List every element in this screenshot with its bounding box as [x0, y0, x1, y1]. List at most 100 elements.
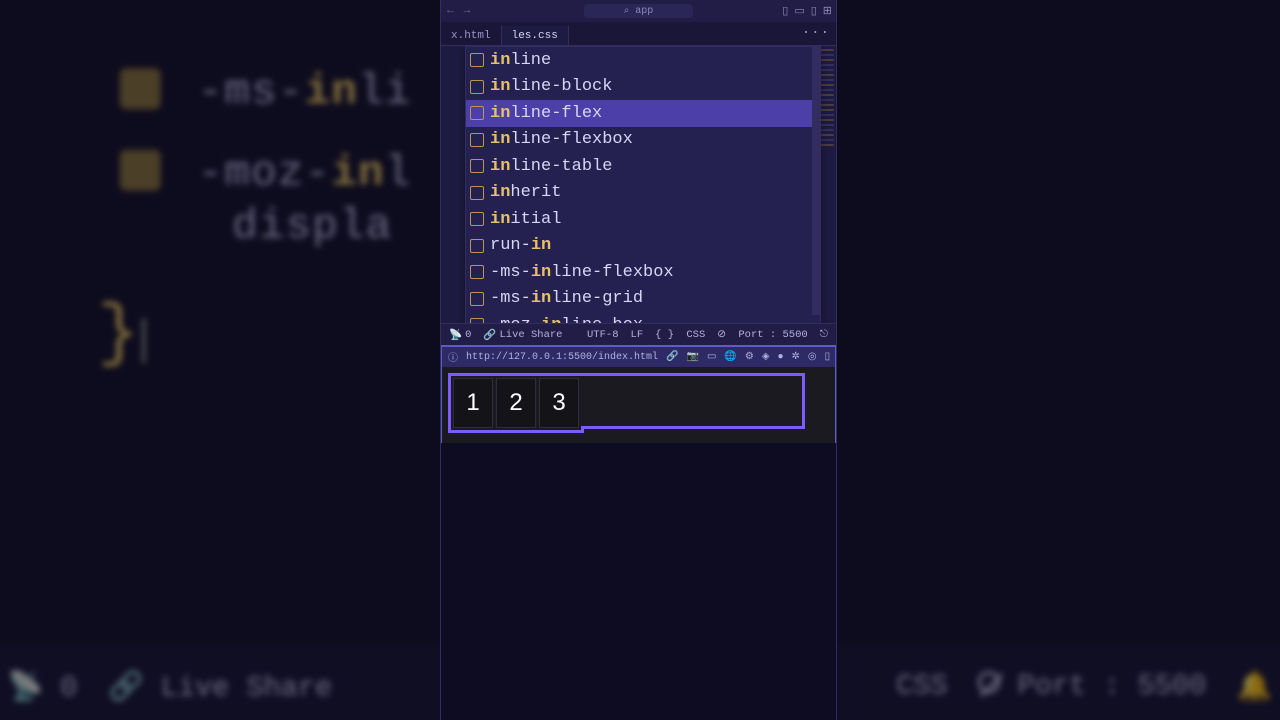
autocomplete-label: inline-flex — [490, 104, 602, 123]
value-kind-icon — [470, 80, 484, 94]
tab-overflow-icon[interactable]: ··· — [802, 25, 830, 41]
flex-container: 1 2 3 — [448, 373, 584, 433]
value-kind-icon — [470, 318, 484, 323]
autocomplete-label: run-in — [490, 236, 551, 255]
layout-customize-icon[interactable]: ⊞ — [823, 4, 832, 18]
layout-primary-sidebar-icon[interactable]: ▯ — [782, 4, 788, 18]
target-icon[interactable]: ◎ — [808, 351, 817, 363]
value-kind-icon — [470, 53, 484, 67]
value-kind-icon — [470, 239, 484, 253]
bg-line-2-post: l — [385, 149, 412, 198]
autocomplete-item[interactable]: inherit — [466, 180, 820, 207]
autocomplete-popup[interactable]: inline inline-block inline-flex inline-flex… — [465, 46, 821, 323]
browser-url[interactable]: http://127.0.0.1:5500/index.html — [466, 352, 658, 363]
autocomplete-label: -ms-inline-flexbox — [490, 263, 674, 282]
tab-icon[interactable]: ▭ — [707, 351, 716, 363]
bg-line-2-match: in — [331, 149, 384, 198]
no-entry-icon: ⊘ — [717, 328, 726, 341]
autocomplete-label: inherit — [490, 183, 561, 202]
gear-icon[interactable]: ⚙ — [745, 351, 754, 363]
autocomplete-item[interactable]: initial — [466, 206, 820, 233]
editor-window: ← → ⌕ app ▯ ▭ ▯ ⊞ x.html les.css ··· 6 7 — [440, 0, 837, 720]
autocomplete-item[interactable]: -ms-inline-grid — [466, 286, 820, 313]
statusbar-lang-label: CSS — [686, 329, 705, 341]
autocomplete-item[interactable]: inline-flex — [466, 100, 820, 127]
braces-icon: { } — [655, 329, 674, 341]
editor[interactable]: 6 7 display : in ; } inlineinline-blocki… — [441, 46, 836, 323]
statusbar-port[interactable]: ⊘ Port : 5500 — [717, 328, 807, 341]
statusbar-liveshare[interactable]: 🔗 Live Share — [483, 328, 562, 342]
autocomplete-item[interactable]: -ms-inline-flexbox — [466, 259, 820, 286]
autocomplete-item[interactable]: inline-block — [466, 74, 820, 101]
statusbar-broadcast-icon[interactable]: ⎋ — [820, 329, 828, 341]
statusbar-eol[interactable]: LF — [631, 329, 644, 341]
autocomplete-label: inline — [490, 51, 551, 70]
preview-browser: ⓘ http://127.0.0.1:5500/index.html 🔗 📷 ▭… — [441, 345, 836, 443]
globe-icon[interactable]: 🌐 — [724, 351, 736, 363]
diamond-icon[interactable]: ◈ — [762, 351, 770, 363]
nav-back-icon[interactable]: ← — [447, 5, 454, 17]
preview-empty-area — [441, 443, 836, 720]
autocomplete-label: inline-flexbox — [490, 130, 633, 149]
browser-viewport[interactable]: 1 2 3 — [442, 367, 835, 445]
command-center[interactable]: ⌕ app — [584, 4, 694, 18]
nav-forward-icon[interactable]: → — [464, 5, 471, 17]
bg-status-errors: 0 — [60, 673, 77, 705]
panel-icon[interactable]: ▯ — [825, 351, 831, 363]
tab-styles-css[interactable]: les.css — [502, 26, 569, 45]
command-center-label: app — [635, 6, 653, 17]
autocomplete-item[interactable]: -moz-inline-box — [466, 312, 820, 323]
flex-container-remainder — [581, 373, 805, 429]
dot1-icon[interactable]: ● — [778, 352, 784, 363]
statusbar-port-label: Port : 5500 — [738, 329, 807, 341]
autocomplete-label: inline-block — [490, 77, 612, 96]
autocomplete-item[interactable]: inline-table — [466, 153, 820, 180]
tabbar: x.html les.css ··· — [441, 22, 836, 46]
statusbar: 📡 0 🔗 Live Share UTF-8 LF { } CSS ⊘ Port… — [441, 323, 836, 345]
statusbar-errors: 0 — [465, 329, 471, 341]
bg-line-1-post: li — [358, 67, 411, 116]
autocomplete-label: inline-table — [490, 157, 612, 176]
camera-icon[interactable]: 📷 — [686, 351, 698, 363]
bg-line-2-pre: -moz- — [198, 149, 332, 198]
statusbar-liveshare-label: Live Share — [499, 329, 562, 341]
autocomplete-item[interactable]: inline — [466, 47, 820, 74]
layout-panel-icon[interactable]: ▭ — [794, 4, 804, 18]
search-icon: ⌕ — [624, 5, 630, 17]
value-kind-icon — [470, 159, 484, 173]
info-icon[interactable]: ⓘ — [448, 349, 458, 365]
value-kind-icon — [470, 212, 484, 226]
layout-secondary-sidebar-icon[interactable]: ▯ — [811, 4, 817, 18]
autocomplete-scrollbar[interactable] — [812, 47, 820, 315]
bg-line-1-match: in — [304, 67, 357, 116]
value-kind-icon — [470, 292, 484, 306]
link-icon[interactable]: 🔗 — [666, 351, 678, 363]
bg-status-lang: CSS — [896, 671, 947, 703]
bg-status-liveshare: Live Share — [161, 673, 332, 705]
tab-label-2: les.css — [512, 30, 558, 42]
value-kind-icon — [470, 186, 484, 200]
statusbar-remote[interactable]: 📡 0 — [449, 328, 471, 342]
bg-line-3: displa — [232, 202, 392, 251]
flower-icon[interactable]: ✲ — [792, 351, 800, 363]
value-kind-icon — [470, 106, 484, 120]
autocomplete-item[interactable]: inline-flexbox — [466, 127, 820, 154]
bg-line-1-pre: -ms- — [198, 67, 305, 116]
tab-index-html[interactable]: x.html — [441, 26, 502, 45]
browser-toolbar: ⓘ http://127.0.0.1:5500/index.html 🔗 📷 ▭… — [442, 347, 835, 367]
titlebar: ← → ⌕ app ▯ ▭ ▯ ⊞ — [441, 0, 836, 22]
value-kind-icon — [470, 133, 484, 147]
autocomplete-label: initial — [490, 210, 561, 229]
autocomplete-label: -moz-inline-box — [490, 316, 643, 323]
value-kind-icon — [470, 265, 484, 279]
statusbar-encoding[interactable]: UTF-8 — [587, 329, 619, 341]
flex-item-3: 3 — [539, 378, 579, 428]
flex-item-2: 2 — [496, 378, 536, 428]
titlebar-nav: ← → — [447, 5, 470, 17]
autocomplete-label: -ms-inline-grid — [490, 289, 643, 308]
bg-status-port: Port : 5500 — [1018, 671, 1207, 703]
flex-item-1: 1 — [453, 378, 493, 428]
autocomplete-item[interactable]: run-in — [466, 233, 820, 260]
statusbar-lang[interactable]: { } CSS — [655, 329, 705, 341]
tab-label-1: x.html — [451, 30, 491, 42]
